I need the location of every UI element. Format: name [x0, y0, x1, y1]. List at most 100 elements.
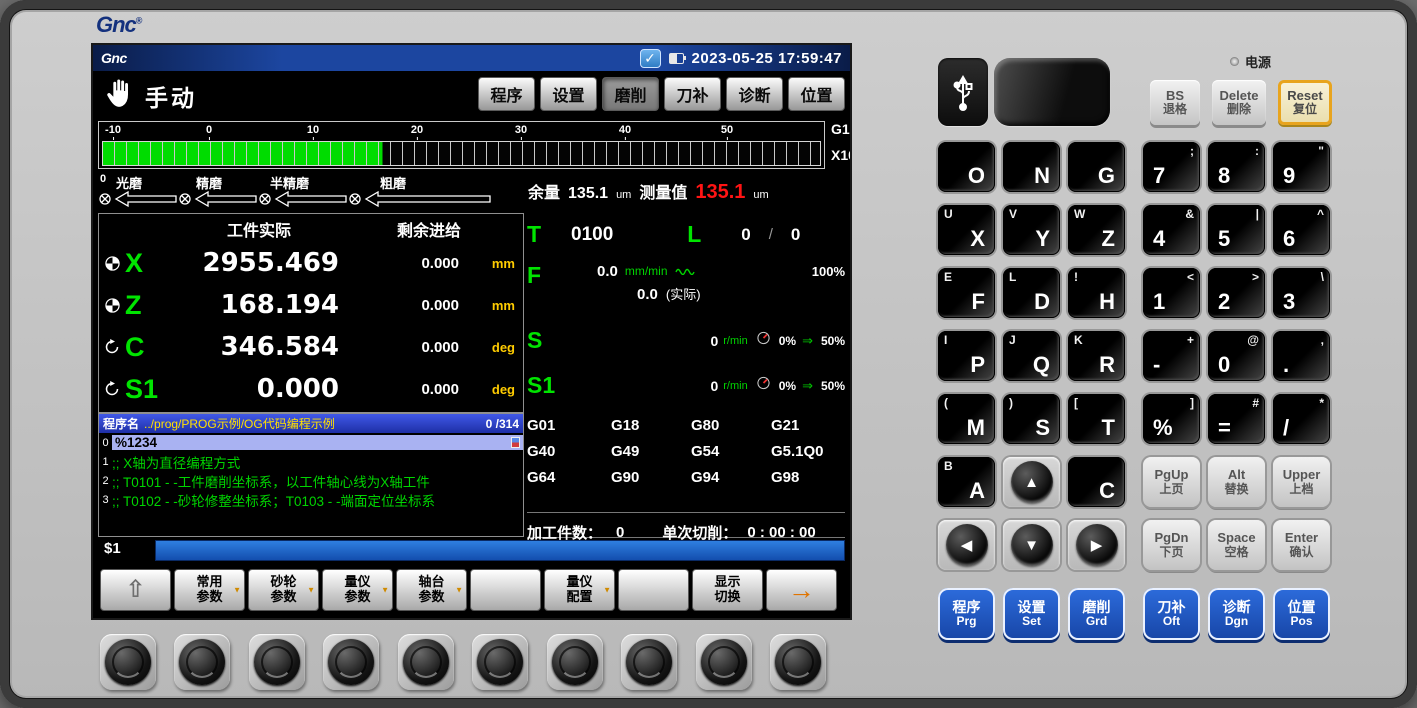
key-percent[interactable]: ]% — [1143, 394, 1200, 444]
key-pgdn[interactable]: PgDn下页 — [1143, 520, 1200, 570]
gcode: G98 — [771, 469, 845, 486]
key-delete[interactable]: Delete删除 — [1212, 80, 1266, 125]
arrow-down-key[interactable]: ▼ — [1003, 520, 1060, 570]
panel-knob-4[interactable] — [323, 634, 379, 690]
program-line[interactable]: 0 %1234 — [99, 433, 523, 452]
dropdown-icon: ▼ — [381, 585, 389, 594]
key-n[interactable]: N — [1003, 142, 1060, 192]
key-z[interactable]: WZ — [1068, 205, 1125, 255]
key-h[interactable]: !H — [1068, 268, 1125, 318]
key-reset[interactable]: Reset复位 — [1278, 80, 1332, 125]
key-9[interactable]: "9 — [1273, 142, 1330, 192]
battery-icon — [669, 53, 684, 64]
usb-cover[interactable] — [994, 58, 1110, 126]
key-dot[interactable]: ,. — [1273, 331, 1330, 381]
softkey-common-params[interactable]: 常用参数▼ — [174, 569, 245, 611]
key-c[interactable]: C — [1068, 457, 1125, 507]
tab-grinding[interactable]: 磨削 — [602, 77, 659, 111]
tab-position[interactable]: 位置 — [788, 77, 845, 111]
key-a[interactable]: BA — [938, 457, 995, 507]
key-7[interactable]: ;7 — [1143, 142, 1200, 192]
function-key-position[interactable]: 位置Pos — [1273, 588, 1330, 640]
function-key-row: 程序Prg 设置Set 磨削Grd 刀补Oft 诊断Dgn 位置Pos — [938, 588, 1330, 640]
key-slash[interactable]: */ — [1273, 394, 1330, 444]
axis-unit: mm — [459, 298, 523, 313]
key-t[interactable]: [T — [1068, 394, 1125, 444]
function-key-toolcomp[interactable]: 刀补Oft — [1143, 588, 1200, 640]
panel-knob-6[interactable] — [472, 634, 528, 690]
softkey-next-menu[interactable]: → — [766, 569, 837, 611]
feed-wave-icon — [675, 262, 695, 280]
arrow-up-key[interactable]: ▲ — [1003, 457, 1060, 507]
function-key-diagnosis[interactable]: 诊断Dgn — [1208, 588, 1265, 640]
function-key-program[interactable]: 程序Prg — [938, 588, 995, 640]
spindle-arrow-icon: ⇒ — [802, 333, 813, 349]
key-f[interactable]: EF — [938, 268, 995, 318]
panel-knob-3[interactable] — [249, 634, 305, 690]
softkey-blank-1[interactable] — [470, 569, 541, 611]
key-8[interactable]: :8 — [1208, 142, 1265, 192]
panel-knob-10[interactable] — [770, 634, 826, 690]
softkey-gauge-params[interactable]: 量仪参数▼ — [322, 569, 393, 611]
gcode: G54 — [691, 443, 771, 460]
key-m[interactable]: (M — [938, 394, 995, 444]
panel-knob-9[interactable] — [696, 634, 752, 690]
tab-diagnosis[interactable]: 诊断 — [726, 77, 783, 111]
panel-knob-2[interactable] — [174, 634, 230, 690]
softkey-display-switch[interactable]: 显示切换 — [692, 569, 763, 611]
allowance-readout: 余量 135.1 um 测量值 135.1 um — [528, 179, 769, 204]
key-minus[interactable]: +- — [1143, 331, 1200, 381]
tab-program[interactable]: 程序 — [478, 77, 535, 111]
key-upper[interactable]: Upper上档 — [1273, 457, 1330, 507]
panel-knob-1[interactable] — [100, 634, 156, 690]
grind-scale-ruler: -10 0 10 20 30 40 50 G1 X10 — [98, 121, 844, 171]
key-s[interactable]: )S — [1003, 394, 1060, 444]
program-line[interactable]: 3 ;; T0102 - -砂轮修整坐标系；T0103 - -端面定位坐标系 — [99, 490, 523, 509]
tab-toolcomp[interactable]: 刀补 — [664, 77, 721, 111]
key-5[interactable]: |5 — [1208, 205, 1265, 255]
dropdown-icon: ▼ — [455, 585, 463, 594]
key-alt[interactable]: Alt替换 — [1208, 457, 1265, 507]
softkey-wheel-params[interactable]: 砂轮参数▼ — [248, 569, 319, 611]
key-pgup[interactable]: PgUp上页 — [1143, 457, 1200, 507]
key-1[interactable]: <1 — [1143, 268, 1200, 318]
key-equals[interactable]: #= — [1208, 394, 1265, 444]
panel-knob-8[interactable] — [621, 634, 677, 690]
function-key-settings[interactable]: 设置Set — [1003, 588, 1060, 640]
position-header: 工件实际 剩余进给 — [99, 216, 523, 242]
length-value: 0 — [741, 225, 750, 245]
key-x[interactable]: UX — [938, 205, 995, 255]
feed-values: 0.0 mm/min 100% 0.0 (实际) — [557, 262, 845, 303]
key-2[interactable]: >2 — [1208, 268, 1265, 318]
key-p[interactable]: IP — [938, 331, 995, 381]
key-3[interactable]: \3 — [1273, 268, 1330, 318]
softkey-gauge-config[interactable]: 量仪配置▼ — [544, 569, 615, 611]
softkey-up[interactable]: ⇧ — [100, 569, 171, 611]
spindle-row-s1: S1 0 r/min 0% ⇒ 50% — [527, 372, 845, 399]
key-d[interactable]: LD — [1003, 268, 1060, 318]
panel-knob-5[interactable] — [398, 634, 454, 690]
arrow-left-key[interactable]: ◀ — [938, 520, 995, 570]
softkey-blank-2[interactable] — [618, 569, 689, 611]
tab-settings[interactable]: 设置 — [540, 77, 597, 111]
axis-name: X — [125, 248, 181, 279]
key-q[interactable]: JQ — [1003, 331, 1060, 381]
key-g[interactable]: G — [1068, 142, 1125, 192]
softkey-table-params[interactable]: 轴台参数▼ — [396, 569, 467, 611]
axis-actual-value: 0.000 — [181, 374, 339, 404]
key-y[interactable]: VY — [1003, 205, 1060, 255]
arrow-right-key[interactable]: ▶ — [1068, 520, 1125, 570]
key-6[interactable]: ^6 — [1273, 205, 1330, 255]
function-key-grinding[interactable]: 磨削Grd — [1068, 588, 1125, 640]
program-line[interactable]: 1 ;; X轴为直径编程方式 — [99, 452, 523, 471]
key-0[interactable]: @0 — [1208, 331, 1265, 381]
power-led-icon — [1230, 57, 1239, 66]
program-line[interactable]: 2 ;; T0101 - -工件磨削坐标系，以工件轴心线为X轴工件 — [99, 471, 523, 490]
key-4[interactable]: &4 — [1143, 205, 1200, 255]
key-r[interactable]: KR — [1068, 331, 1125, 381]
key-enter[interactable]: Enter确认 — [1273, 520, 1330, 570]
panel-knob-7[interactable] — [547, 634, 603, 690]
key-o[interactable]: O — [938, 142, 995, 192]
key-space[interactable]: Space空格 — [1208, 520, 1265, 570]
key-backspace[interactable]: BS退格 — [1150, 80, 1200, 125]
